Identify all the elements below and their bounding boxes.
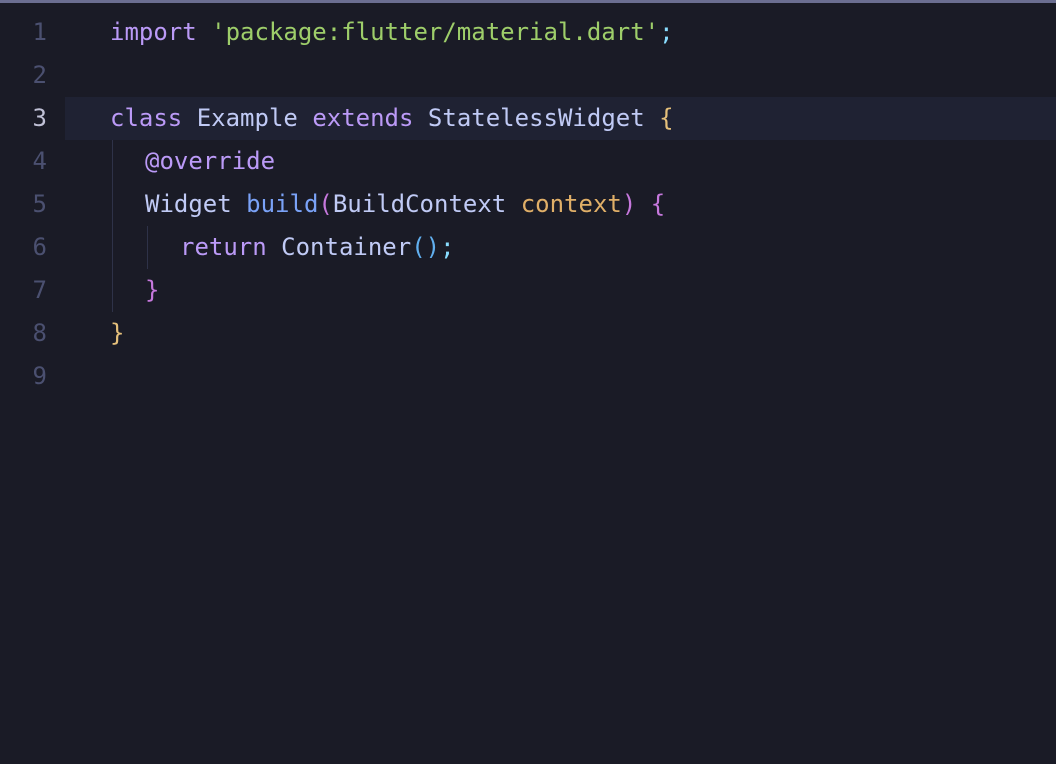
constructor-call: Container	[281, 233, 411, 261]
code-line-2[interactable]	[65, 54, 1056, 97]
space	[197, 18, 211, 46]
keyword-extends: extends	[312, 104, 413, 132]
code-line-7[interactable]: }	[65, 269, 1056, 312]
class-name: Example	[197, 104, 298, 132]
space	[413, 104, 427, 132]
line-number-active: 3	[0, 97, 47, 140]
space	[298, 104, 312, 132]
line-number: 6	[0, 226, 47, 269]
code-line-4[interactable]: @override	[65, 140, 1056, 183]
param-type: BuildContext	[333, 190, 506, 218]
string-quote: '	[211, 18, 225, 46]
semicolon: ;	[440, 233, 454, 261]
space	[636, 190, 650, 218]
line-number: 2	[0, 54, 47, 97]
space	[506, 190, 520, 218]
space	[267, 233, 281, 261]
indent-guide	[112, 269, 113, 312]
brace-open: {	[659, 104, 673, 132]
brace-open: {	[651, 190, 665, 218]
keyword-class: class	[110, 104, 182, 132]
return-type: Widget	[145, 190, 232, 218]
paren-open: (	[318, 190, 332, 218]
keyword-import: import	[110, 18, 197, 46]
paren-open: (	[411, 233, 425, 261]
param-name: context	[521, 190, 622, 218]
keyword-return: return	[180, 233, 267, 261]
type-name: StatelessWidget	[428, 104, 645, 132]
paren-close: )	[622, 190, 636, 218]
space	[232, 190, 246, 218]
code-line-5[interactable]: Widget build(BuildContext context) {	[65, 183, 1056, 226]
line-number: 8	[0, 312, 47, 355]
line-number: 1	[0, 11, 47, 54]
semicolon: ;	[659, 18, 673, 46]
code-line-1[interactable]: import 'package:flutter/material.dart';	[65, 11, 1056, 54]
indent-guide	[112, 226, 113, 269]
line-number-gutter: 1 2 3 4 5 6 7 8 9	[0, 3, 65, 764]
line-number: 4	[0, 140, 47, 183]
string-literal: package:flutter/material.dart	[226, 18, 645, 46]
function-name: build	[246, 190, 318, 218]
line-number: 7	[0, 269, 47, 312]
code-line-8[interactable]: }	[65, 312, 1056, 355]
code-area[interactable]: import 'package:flutter/material.dart'; …	[65, 3, 1056, 764]
code-line-9[interactable]	[65, 355, 1056, 398]
indent-guide	[147, 226, 148, 269]
paren-close: )	[426, 233, 440, 261]
indent-guide	[112, 183, 113, 226]
string-quote: '	[645, 18, 659, 46]
line-number: 5	[0, 183, 47, 226]
space	[182, 104, 196, 132]
indent-guide	[112, 140, 113, 183]
annotation: @override	[145, 147, 275, 175]
code-line-6[interactable]: return Container();	[65, 226, 1056, 269]
code-editor[interactable]: 1 2 3 4 5 6 7 8 9 import 'package:flutte…	[0, 3, 1056, 764]
brace-close: }	[110, 319, 124, 347]
space	[645, 104, 659, 132]
code-line-3-active[interactable]: class Example extends StatelessWidget {	[65, 97, 1056, 140]
brace-close: }	[145, 276, 159, 304]
line-number: 9	[0, 355, 47, 398]
